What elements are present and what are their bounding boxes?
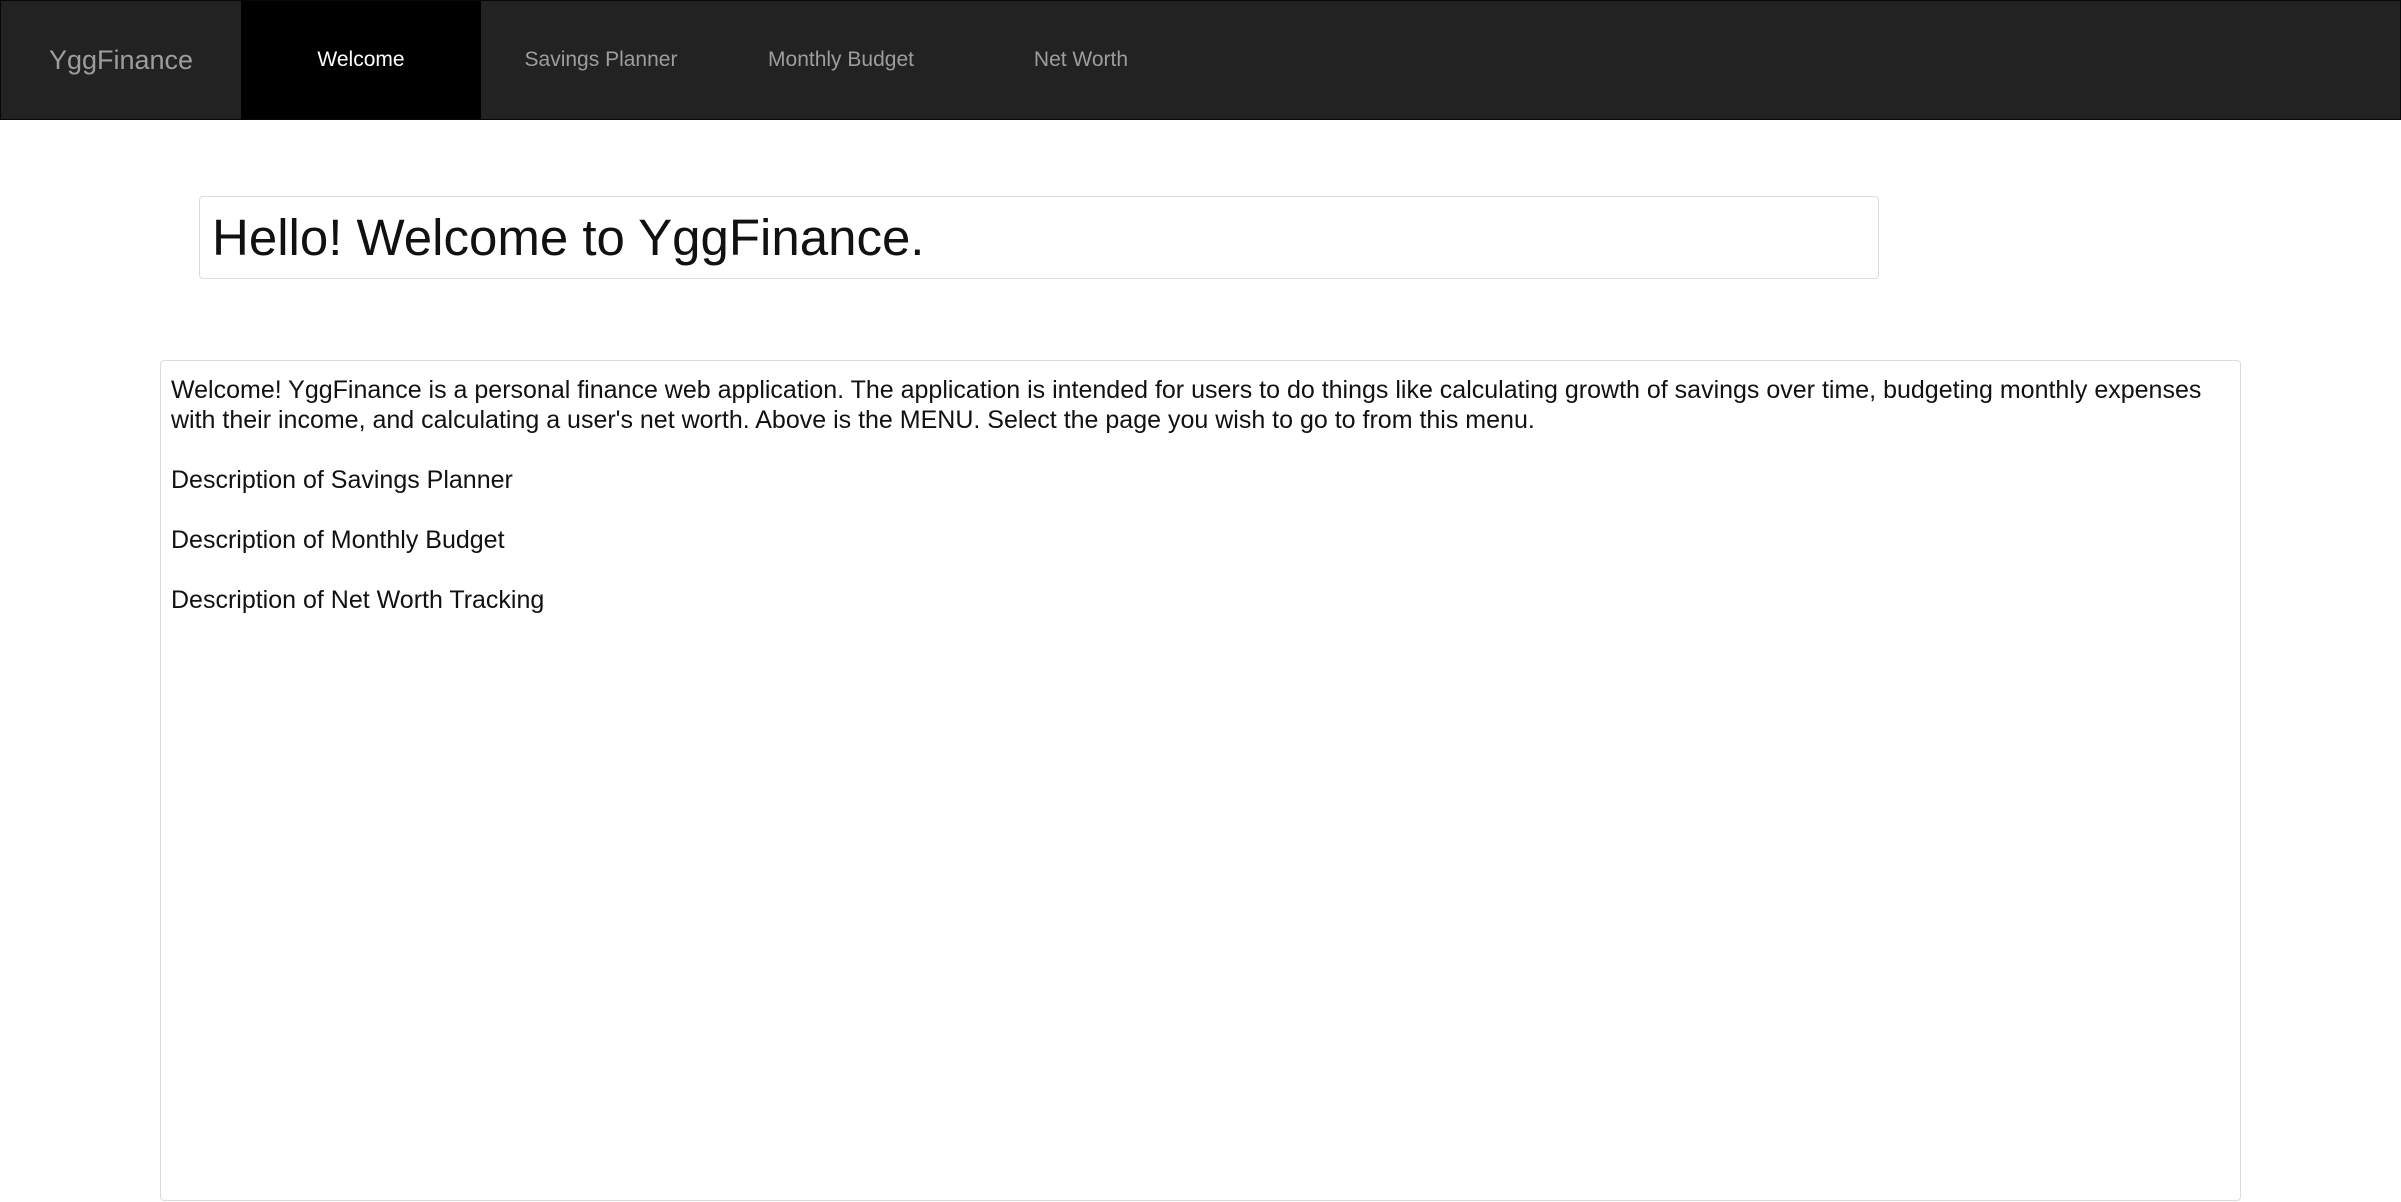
page-title: Hello! Welcome to YggFinance. [212,209,925,266]
net-worth-description: Description of Net Worth Tracking [171,586,545,614]
savings-planner-description: Description of Savings Planner [171,466,513,494]
welcome-heading-panel: Hello! Welcome to YggFinance. [199,196,1879,279]
brand-link[interactable]: YggFinance [1,1,241,119]
welcome-content-panel: Welcome! YggFinance is a personal financ… [160,360,2241,1201]
nav-item-monthly-budget[interactable]: Monthly Budget [721,1,961,119]
nav-item-net-worth[interactable]: Net Worth [961,1,1201,119]
nav-item-savings-planner[interactable]: Savings Planner [481,1,721,119]
monthly-budget-description: Description of Monthly Budget [171,526,505,554]
intro-paragraph: Welcome! YggFinance is a personal financ… [171,376,2202,434]
top-navbar: YggFinance Welcome Savings Planner Month… [0,0,2401,120]
nav-item-welcome[interactable]: Welcome [241,1,481,119]
